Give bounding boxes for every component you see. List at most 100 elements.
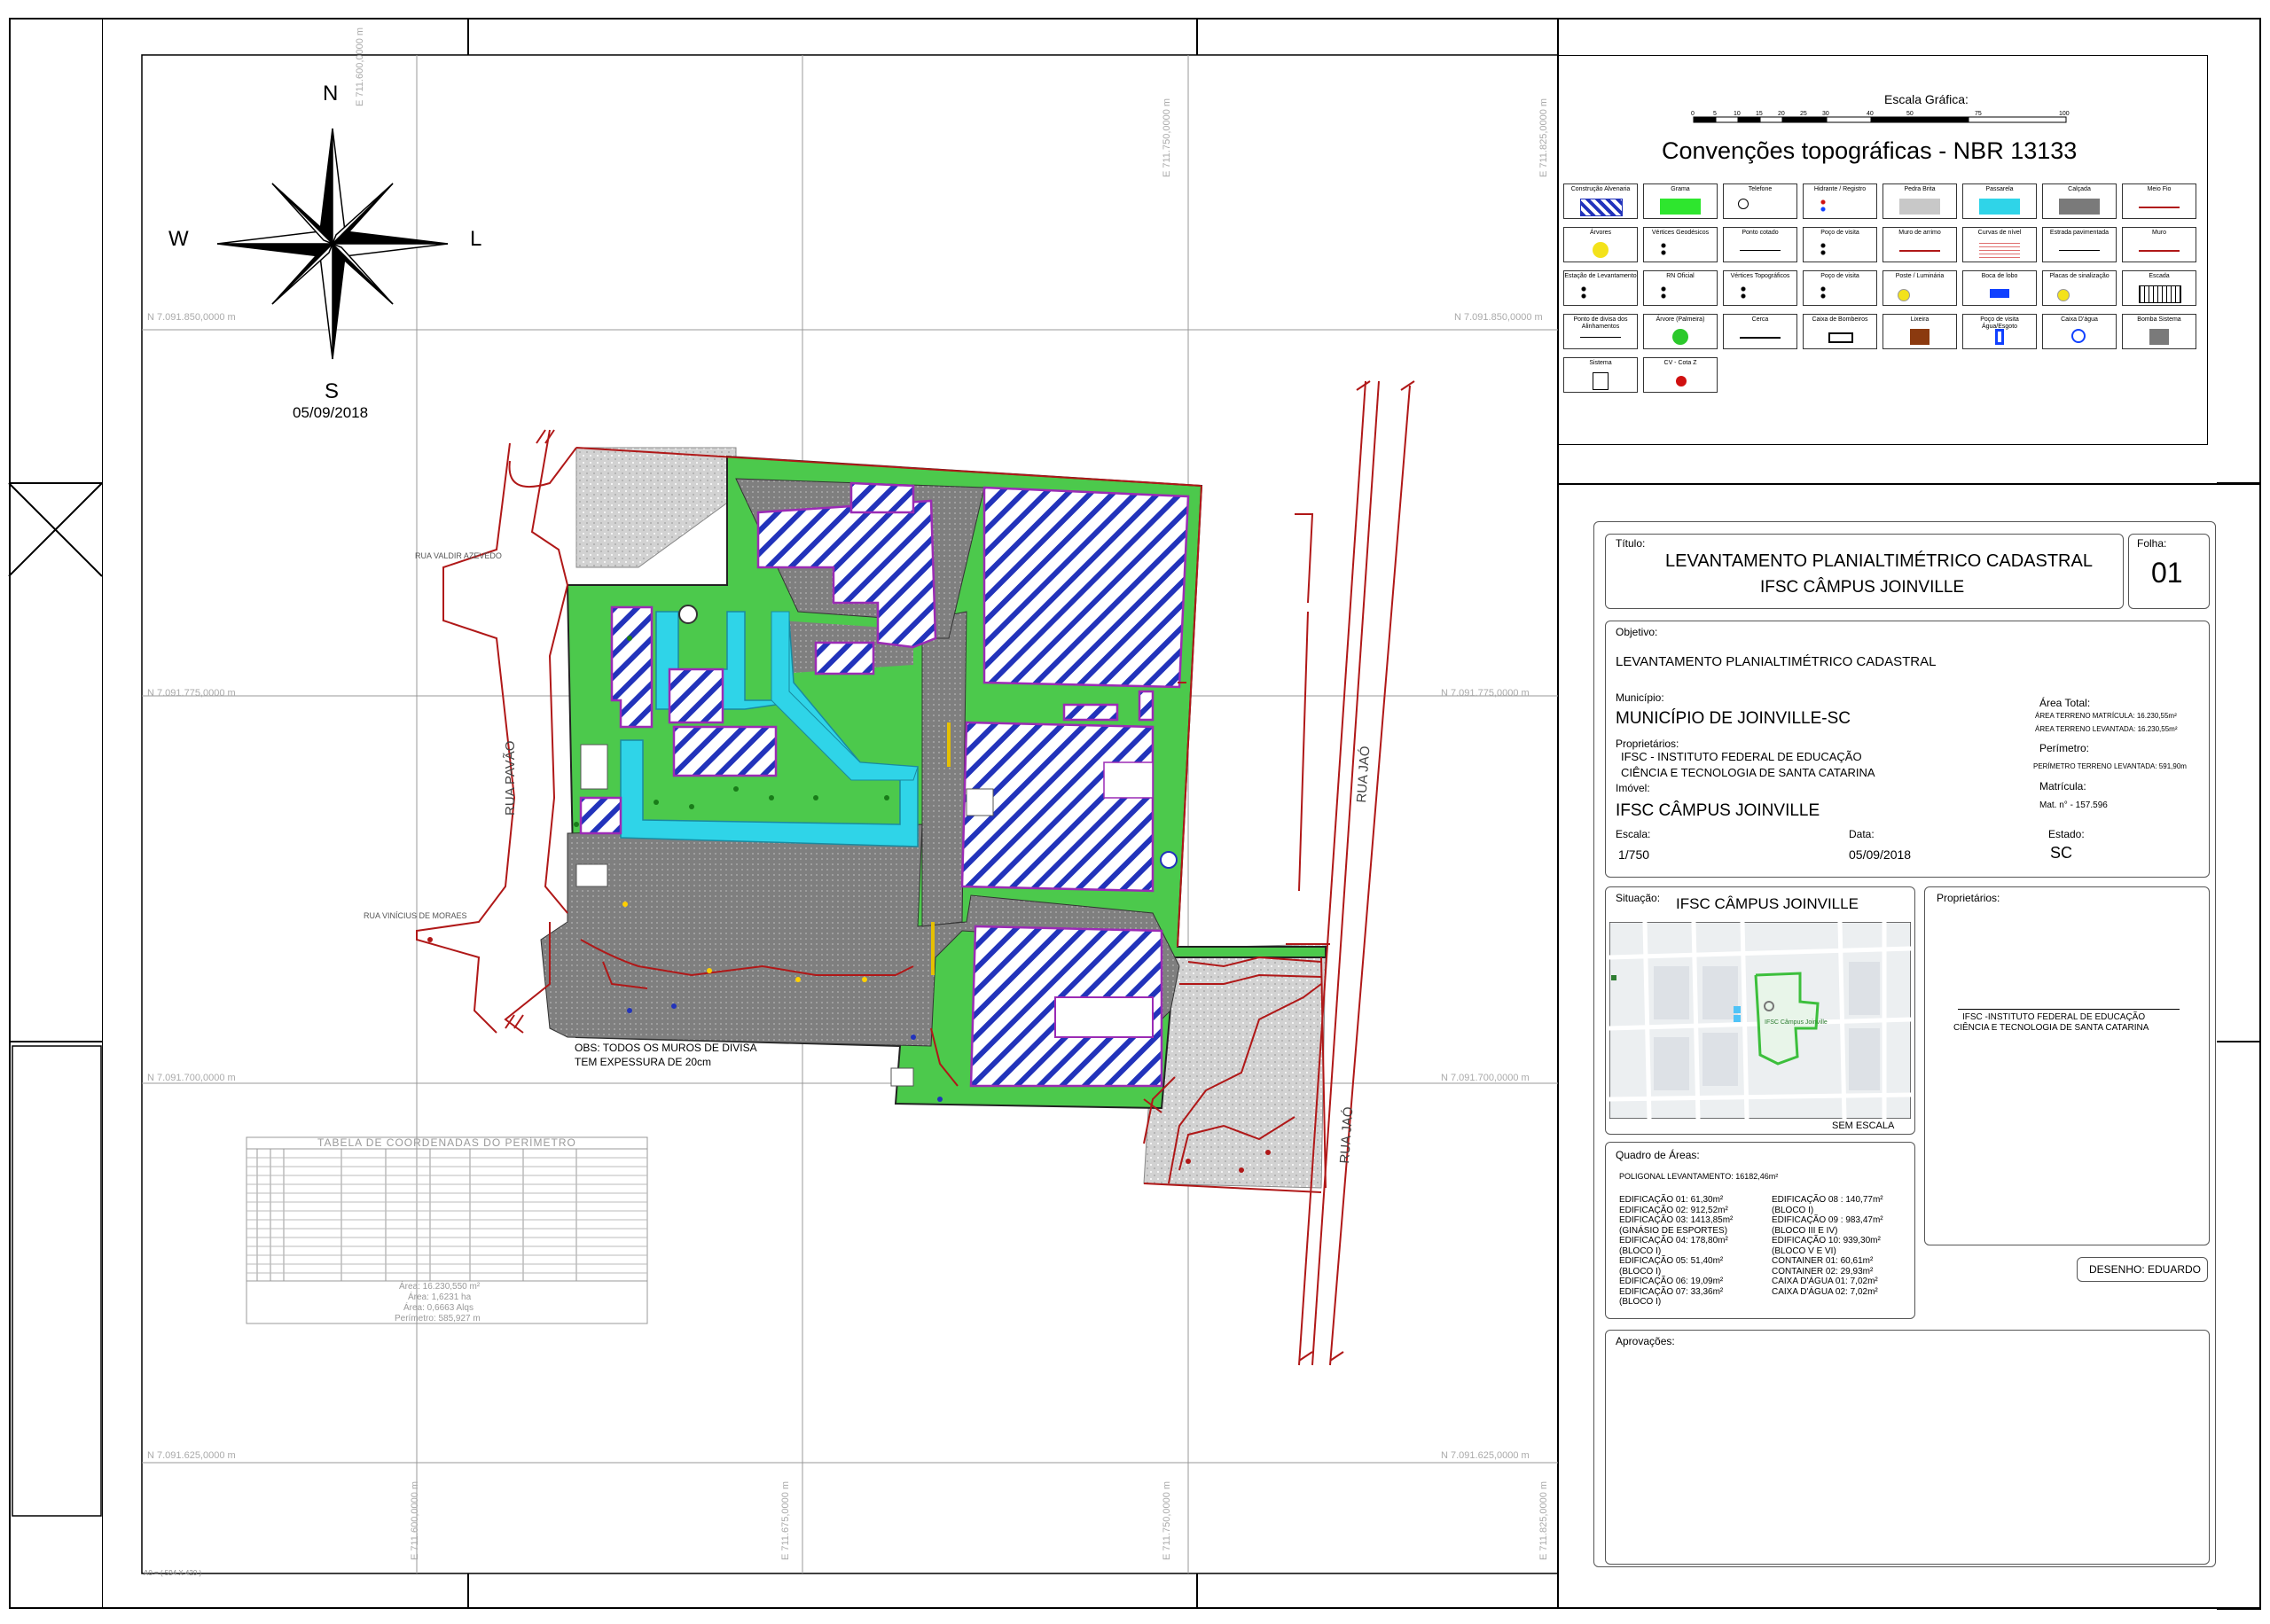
obs-note-line1: OBS: TODOS OS MUROS DE DIVISA (575, 1042, 757, 1054)
blue-rect-icon (1995, 329, 2004, 345)
situation-map (1609, 922, 1911, 1119)
legend-item: Meio Fio (2122, 183, 2196, 219)
legend-item-label: Vértices Geodésicos (1651, 230, 1710, 236)
green-tree-icon (1672, 329, 1688, 345)
owners-signature-label: Proprietários: (1937, 892, 2000, 904)
state-label: Estado: (2048, 828, 2085, 840)
legend-item-label: Boca de lobo (1981, 273, 2018, 279)
legend-item: Caixa de Bombeiros (1803, 314, 1877, 349)
legend-item-label: Poço de visita (1820, 273, 1859, 279)
redline-icon (1899, 250, 1940, 252)
triangles-icon (1660, 242, 1701, 258)
gray-dark-icon (2059, 199, 2100, 215)
diamonds-icon (1740, 285, 1781, 301)
legend-item-label: Calçada (2068, 186, 2091, 192)
brown-icon (1910, 329, 1930, 345)
legend-item-label: Lixeira (1910, 316, 1930, 323)
white-rect-icon (1593, 372, 1609, 390)
point-icon (1740, 250, 1781, 251)
divisa-icon (1580, 337, 1621, 338)
municipality-value: MUNICÍPIO DE JOINVILLE-SC (1616, 709, 1851, 728)
street-label-pavao: RUA PAVÃO (503, 740, 518, 816)
legend-item-label: Grama (1671, 186, 1690, 192)
legend-item: Cerca (1723, 314, 1797, 349)
legend-item: Curvas de nível (1962, 227, 2037, 262)
street-label-valdir: RUA VALDIR AZEVEDO (415, 551, 502, 560)
title-label: Título: (1616, 537, 1646, 550)
scale-bar-ticks: 0 5 10 15 20 25 30 40 50 75 100 (1691, 111, 2070, 117)
legend-item: Estação de Levantamento (1563, 270, 1638, 306)
owner-signature-line2: CIÊNCIA E TECNOLOGIA DE SANTA CATARINA (1953, 1023, 2149, 1033)
area-entry: EDIFICAÇÃO 09 : 983,47m² (1772, 1215, 1883, 1225)
legend-grid: Construção Alvenaria Grama Telefone Hidrant… (1563, 183, 2202, 396)
legend-item-label: Poço de visita (1820, 230, 1859, 236)
municipality-label: Município: (1616, 691, 1664, 704)
area-entry: CAIXA D'ÁGUA 01: 7,02m² (1772, 1277, 1878, 1286)
property-label: Imóvel: (1616, 782, 1650, 794)
area-entry: (BLOCO III E IV) (1772, 1225, 1838, 1236)
legend-item-label: Hidrante / Registro (1813, 186, 1867, 192)
legend-item: Ponto cotado (1723, 227, 1797, 262)
yellow-dot-icon (2057, 289, 2070, 301)
legend-item-label: Ponto cotado (1742, 230, 1779, 236)
legend-item-label: Poste / Luminária (1895, 273, 1945, 279)
area-entry: (BLOCO I) (1619, 1297, 1662, 1307)
legend-item: Poço de visita (1803, 270, 1877, 306)
legend-item-label: Caixa D'água (2061, 316, 2098, 323)
areas-label: Quadro de Áreas: (1616, 1149, 1700, 1161)
legend-item: Calçada (2042, 183, 2117, 219)
legend-item: Escada (2122, 270, 2196, 306)
legend-title: Convenções topográficas - NBR 13133 (1662, 137, 2078, 164)
title-line1: LEVANTAMENTO PLANIALTIMÉTRICO CADASTRAL (1665, 551, 2093, 571)
phone-icon (1738, 199, 1749, 209)
legend-item: Passarela (1962, 183, 2037, 219)
owner-signature-line1: IFSC -INSTITUTO FEDERAL DE EDUCAÇÃO (1962, 1012, 2146, 1022)
legend-item: Muro (2122, 227, 2196, 262)
legend-item-label: Sistema (1589, 360, 1612, 366)
redline-icon (2139, 207, 2180, 208)
drawn-by: DESENHO: EDUARDO (2089, 1263, 2202, 1276)
legend-item: Caixa D'água (2042, 314, 2117, 349)
legend-item-label: Escada (2149, 273, 2170, 279)
area-entry: EDIFICAÇÃO 01: 61,30m² (1619, 1195, 1724, 1205)
title-line2: IFSC CÂMPUS JOINVILLE (1760, 578, 1965, 597)
legend-item: Vértices Geodésicos (1643, 227, 1718, 262)
area-entry: EDIFICAÇÃO 08 : 140,77m² (1772, 1195, 1883, 1205)
scale-bar-title: Escala Gráfica: (1884, 92, 1969, 106)
legend-item: Grama (1643, 183, 1718, 219)
property-value: IFSC CÂMPUS JOINVILLE (1616, 801, 1820, 820)
legend-item: Bomba Sistema (2122, 314, 2196, 349)
coord-table-area-m2: Área: 16.230,550 m² (399, 1282, 481, 1292)
owner-line2: CIÊNCIA E TECNOLOGIA DE SANTA CATARINA (1621, 766, 1875, 779)
stairs-icon (2139, 285, 2181, 303)
legend-item: Vértices Topográficos (1723, 270, 1797, 306)
legend-item: Poste / Luminária (1883, 270, 1957, 306)
area-entry: (BLOCO V E VI) (1772, 1245, 1836, 1256)
legend-item-label: CV - Cota Z (1663, 360, 1697, 366)
area-entry: (BLOCO I) (1619, 1245, 1662, 1256)
legend-item-label: Estação de Levantamento (1564, 273, 1637, 279)
legend-item: Poço de visita Água/Esgoto (1962, 314, 2037, 349)
dots-red-icon (1820, 199, 1860, 215)
situation-value: IFSC CÂMPUS JOINVILLE (1676, 895, 1859, 912)
perimeter-label: Perímetro: (2039, 742, 2090, 754)
legend-item: Árvore (Palmeira) (1643, 314, 1718, 349)
scale-value: 1/750 (1618, 847, 1650, 862)
area-entry: EDIFICAÇÃO 06: 19,09m² (1619, 1277, 1724, 1286)
area-entry: EDIFICAÇÃO 04: 178,80m² (1619, 1236, 1728, 1245)
legend-item-label: Passarela (1985, 186, 2014, 192)
state-value: SC (2050, 844, 2073, 862)
street-label-vinicius: RUA VINÍCIUS DE MORAES (364, 911, 467, 920)
legend-item: Telefone (1723, 183, 1797, 219)
area-registry: ÁREA TERRENO MATRÍCULA: 16.230,55m² (2035, 712, 2177, 720)
legend-item-label: Árvore (Palmeira) (1656, 316, 1705, 323)
legend-item: Estrada pavimentada (2042, 227, 2117, 262)
legend-item: CV - Cota Z (1643, 357, 1718, 393)
legend-item-label: Bomba Sistema (2137, 316, 2181, 323)
legend-item-label: Muro (2152, 230, 2166, 236)
legend-item-label: Muro de arrimo (1898, 230, 1941, 236)
coord-table-area-alq: Área: 0,6663 Alqs (403, 1303, 474, 1313)
gray-light-icon (1899, 199, 1940, 215)
survey-polygon-area: POLIGONAL LEVANTAMENTO: 16182,46m² (1619, 1172, 1779, 1181)
area-entry: EDIFICAÇÃO 03: 1413,85m² (1619, 1215, 1734, 1225)
